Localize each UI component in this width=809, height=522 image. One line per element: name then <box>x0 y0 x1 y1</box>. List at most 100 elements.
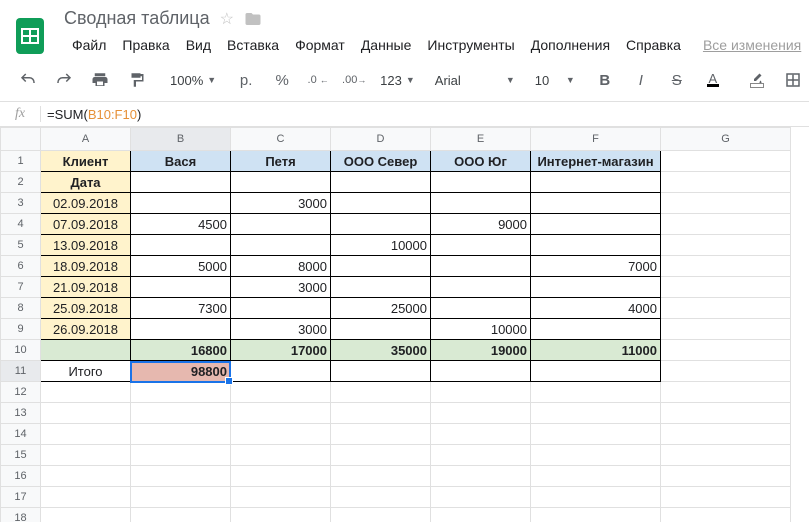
cell[interactable] <box>331 382 431 403</box>
cell[interactable] <box>231 235 331 256</box>
cell[interactable] <box>531 319 661 340</box>
row-header[interactable]: 2 <box>1 172 41 193</box>
cell[interactable] <box>331 487 431 508</box>
row-header[interactable]: 13 <box>1 403 41 424</box>
cell[interactable] <box>431 256 531 277</box>
cell[interactable] <box>231 487 331 508</box>
doc-title[interactable]: Сводная таблица <box>64 8 210 29</box>
cell[interactable] <box>231 382 331 403</box>
cell[interactable]: 35000 <box>331 340 431 361</box>
cell[interactable]: 02.09.2018 <box>41 193 131 214</box>
cell[interactable] <box>231 172 331 193</box>
row-header[interactable]: 15 <box>1 445 41 466</box>
col-header-G[interactable]: G <box>661 128 791 151</box>
cell[interactable] <box>661 382 791 403</box>
row-header[interactable]: 11 <box>1 361 41 382</box>
cell[interactable] <box>531 193 661 214</box>
spreadsheet-grid[interactable]: A B C D E F G 1 Клиент Вася Петя ООО Сев… <box>0 127 809 522</box>
row-header[interactable]: 18 <box>1 508 41 522</box>
cell[interactable] <box>531 403 661 424</box>
col-header-A[interactable]: A <box>41 128 131 151</box>
cell[interactable]: 9000 <box>431 214 531 235</box>
row-header[interactable]: 4 <box>1 214 41 235</box>
cell[interactable] <box>41 382 131 403</box>
cell[interactable] <box>41 403 131 424</box>
col-header-F[interactable]: F <box>531 128 661 151</box>
cell-active[interactable]: 98800 <box>131 361 231 382</box>
cell[interactable]: 10000 <box>331 235 431 256</box>
cell[interactable] <box>41 508 131 522</box>
cell[interactable] <box>131 235 231 256</box>
cell[interactable]: Вася <box>131 151 231 172</box>
cell[interactable] <box>331 172 431 193</box>
cell[interactable] <box>331 256 431 277</box>
cell[interactable] <box>531 424 661 445</box>
cell[interactable] <box>231 466 331 487</box>
cell[interactable] <box>231 298 331 319</box>
cell[interactable] <box>431 277 531 298</box>
menu-view[interactable]: Вид <box>178 33 219 57</box>
row-header[interactable]: 6 <box>1 256 41 277</box>
cell[interactable]: Петя <box>231 151 331 172</box>
cell[interactable] <box>661 319 791 340</box>
cell[interactable] <box>331 508 431 522</box>
cell[interactable] <box>131 193 231 214</box>
cell[interactable] <box>231 424 331 445</box>
font-family-dropdown[interactable]: Arial▼ <box>427 67 519 93</box>
star-icon[interactable]: ☆ <box>220 9 234 29</box>
cell[interactable] <box>431 466 531 487</box>
cell[interactable] <box>531 445 661 466</box>
cell[interactable] <box>331 361 431 382</box>
bold-button[interactable]: B <box>587 67 623 93</box>
cell[interactable] <box>661 508 791 522</box>
cell[interactable]: 7300 <box>131 298 231 319</box>
print-button[interactable] <box>82 67 118 93</box>
cell[interactable] <box>661 214 791 235</box>
app-logo[interactable] <box>6 6 54 61</box>
cell[interactable] <box>531 466 661 487</box>
cell[interactable]: ООО Юг <box>431 151 531 172</box>
all-changes-link[interactable]: Все изменения <box>703 37 801 53</box>
cell[interactable] <box>331 277 431 298</box>
cell[interactable]: 26.09.2018 <box>41 319 131 340</box>
menu-format[interactable]: Формат <box>287 33 353 57</box>
cell[interactable] <box>131 445 231 466</box>
cell[interactable] <box>131 424 231 445</box>
row-header[interactable]: 7 <box>1 277 41 298</box>
italic-button[interactable]: I <box>623 67 659 93</box>
cell[interactable] <box>231 361 331 382</box>
cell[interactable]: 25000 <box>331 298 431 319</box>
cell[interactable]: 4000 <box>531 298 661 319</box>
menu-addons[interactable]: Дополнения <box>523 33 618 57</box>
cell[interactable] <box>131 382 231 403</box>
cell[interactable] <box>41 424 131 445</box>
col-header-E[interactable]: E <box>431 128 531 151</box>
cell[interactable] <box>41 340 131 361</box>
cell[interactable] <box>531 235 661 256</box>
menu-insert[interactable]: Вставка <box>219 33 287 57</box>
cell[interactable] <box>531 214 661 235</box>
cell[interactable]: 19000 <box>431 340 531 361</box>
cell[interactable] <box>41 466 131 487</box>
cell[interactable] <box>531 487 661 508</box>
cell[interactable] <box>431 487 531 508</box>
cell[interactable] <box>131 319 231 340</box>
cell[interactable]: 17000 <box>231 340 331 361</box>
row-header[interactable]: 14 <box>1 424 41 445</box>
cell[interactable]: Дата <box>41 172 131 193</box>
cell[interactable]: 07.09.2018 <box>41 214 131 235</box>
cell[interactable] <box>661 487 791 508</box>
cell[interactable] <box>531 172 661 193</box>
cell[interactable] <box>661 466 791 487</box>
cell[interactable] <box>131 508 231 522</box>
borders-button[interactable] <box>775 67 809 93</box>
format-currency-button[interactable]: р. <box>228 67 264 93</box>
strikethrough-button[interactable]: S <box>659 67 695 93</box>
col-header-C[interactable]: C <box>231 128 331 151</box>
cell[interactable] <box>531 361 661 382</box>
cell[interactable] <box>431 445 531 466</box>
cell[interactable] <box>331 214 431 235</box>
cell[interactable]: 4500 <box>131 214 231 235</box>
menu-edit[interactable]: Правка <box>114 33 177 57</box>
cell[interactable]: 13.09.2018 <box>41 235 131 256</box>
